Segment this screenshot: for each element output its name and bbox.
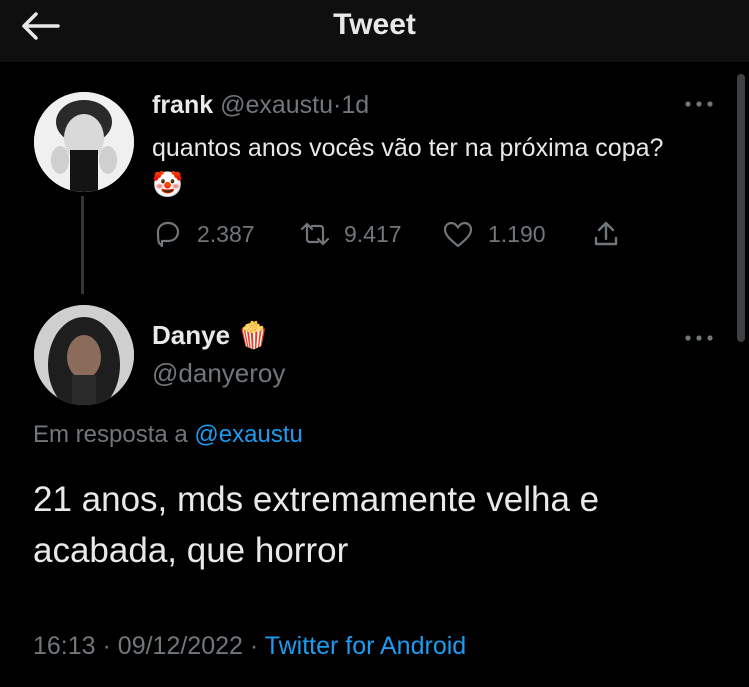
separator-dot: · — [249, 632, 259, 660]
like-count: 1.190 — [488, 220, 546, 247]
tweet-meta: 16:13 · 09/12/2022 · Twitter for Android — [33, 632, 466, 661]
retweet-button[interactable]: 9.417 — [298, 219, 402, 249]
top-bar: Tweet — [0, 0, 749, 62]
more-icon[interactable] — [682, 98, 716, 110]
page-title: Tweet — [333, 8, 416, 41]
retweet-icon — [300, 222, 330, 246]
avatar-image — [34, 305, 134, 405]
replying-to-mention[interactable]: @exaustu — [194, 421, 302, 448]
scrollbar[interactable] — [737, 74, 745, 342]
tweet-age[interactable]: 1d — [341, 91, 369, 119]
like-button[interactable]: 1.190 — [442, 219, 546, 249]
thread-connector — [81, 196, 84, 294]
author-handle[interactable]: @danyeroy — [152, 358, 285, 389]
retweet-count: 9.417 — [344, 220, 402, 247]
reply-count: 2.387 — [197, 220, 255, 247]
author-name[interactable]: frank — [152, 91, 213, 119]
tweet-text: quantos anos vocês vão ter na próxima co… — [152, 134, 664, 199]
more-icon[interactable] — [682, 332, 716, 344]
tweet-date[interactable]: 09/12/2022 — [118, 632, 243, 660]
source-client-link[interactable]: Twitter for Android — [265, 632, 466, 660]
tweet-time[interactable]: 16:13 — [33, 632, 96, 660]
tweet-header: frank @exaustu·1d — [152, 91, 369, 120]
avatar-image — [34, 92, 134, 192]
tweet-text: 21 anos, mds extremamente velha e acabad… — [33, 480, 600, 570]
avatar[interactable] — [34, 92, 134, 192]
author-name[interactable]: Danye 🍿 — [152, 320, 270, 351]
reply-icon — [156, 221, 180, 248]
separator-dot: · — [102, 632, 111, 660]
like-icon — [443, 221, 473, 248]
author-handle[interactable]: @exaustu — [220, 91, 333, 119]
reply-button[interactable]: 2.387 — [153, 219, 255, 249]
avatar[interactable] — [34, 305, 134, 405]
replying-to-label: Em resposta a — [33, 421, 188, 448]
replying-to-line: Em resposta a @exaustu — [33, 421, 303, 449]
share-icon[interactable] — [591, 219, 621, 249]
